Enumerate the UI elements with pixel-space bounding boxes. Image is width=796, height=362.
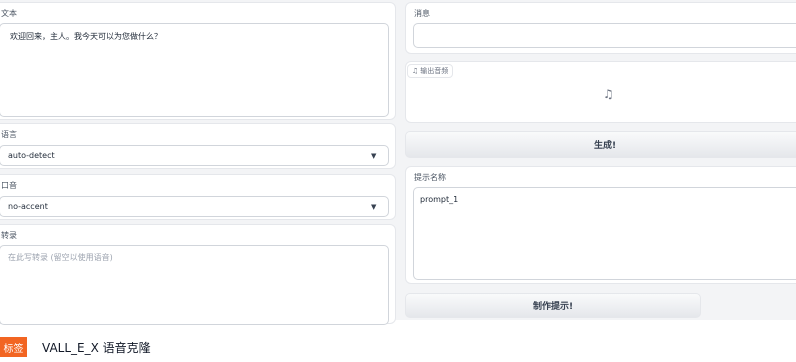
- message-output[interactable]: [413, 23, 796, 48]
- language-select[interactable]: auto-detect ▼: [0, 145, 389, 166]
- prompt-name-panel: 提示名称 prompt_1: [405, 166, 796, 284]
- language-panel: 语言 auto-detect ▼: [0, 123, 396, 169]
- prompt-name-value: prompt_1: [420, 195, 459, 204]
- audio-output-label: ♫ 输出音频: [407, 64, 454, 78]
- tag-badge: 标签: [0, 337, 27, 357]
- caret-down-icon: ▼: [371, 152, 377, 160]
- audio-output-label-text: 输出音频: [420, 67, 449, 75]
- page-title: VALL_E_X 语音克隆: [42, 341, 151, 355]
- language-label: 语言: [1, 130, 17, 139]
- make-prompt-button[interactable]: 制作提示!: [405, 293, 701, 318]
- language-select-value: auto-detect: [8, 151, 55, 160]
- generate-button[interactable]: 生成!: [405, 131, 796, 158]
- prompt-name-label: 提示名称: [414, 173, 446, 182]
- audio-output-panel: [405, 61, 796, 123]
- transcript-panel: 转录 在此写转录 (留空以使用语音): [0, 224, 396, 325]
- caret-down-icon: ▼: [371, 203, 377, 211]
- prompt-name-input[interactable]: prompt_1: [413, 187, 796, 280]
- accent-select[interactable]: no-accent ▼: [0, 196, 389, 217]
- accent-select-value: no-accent: [8, 202, 48, 211]
- message-label: 消息: [414, 9, 430, 18]
- accent-label: 口音: [1, 181, 17, 190]
- text-input[interactable]: 欢迎回来，主人。我今天可以为您做什么？: [0, 23, 389, 117]
- text-input-value: 欢迎回来，主人。我今天可以为您做什么？: [10, 32, 162, 41]
- transcript-label: 转录: [1, 231, 17, 240]
- transcript-input[interactable]: 在此写转录 (留空以使用语音): [0, 245, 389, 325]
- transcript-placeholder: 在此写转录 (留空以使用语音): [8, 253, 113, 262]
- accent-panel: 口音 no-accent ▼: [0, 174, 396, 220]
- text-panel: 文本 欢迎回来，主人。我今天可以为您做什么？: [0, 2, 396, 120]
- music-note-icon: ♫: [412, 67, 419, 75]
- music-note-icon: ♫: [603, 87, 614, 101]
- message-panel: 消息: [405, 2, 796, 54]
- text-label: 文本: [1, 9, 17, 18]
